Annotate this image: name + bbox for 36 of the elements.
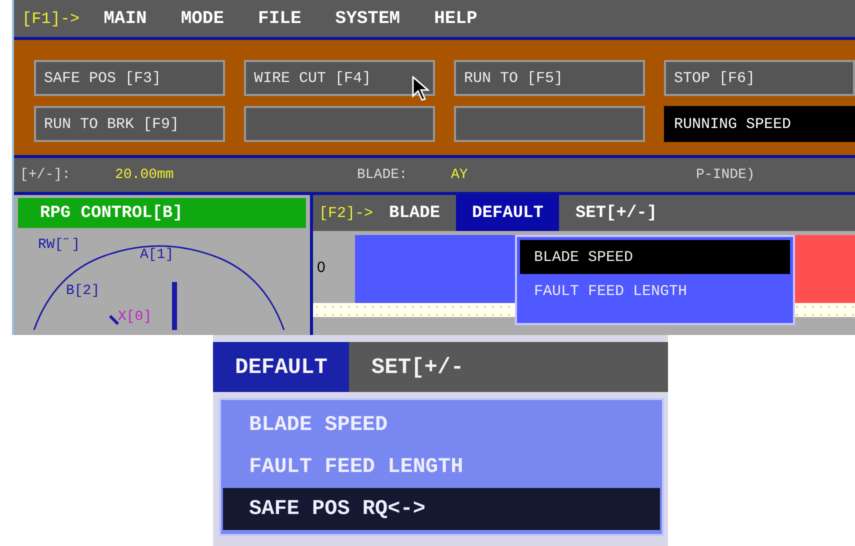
dial-label: B[2] xyxy=(66,284,100,298)
row-label: 0 xyxy=(316,258,326,278)
blade-value: AY xyxy=(451,167,469,183)
function-button[interactable]: STOP [F6] xyxy=(664,60,855,96)
dial-label: X[0] xyxy=(118,310,152,324)
function-button[interactable]: RUNNING SPEED xyxy=(664,106,855,142)
menu-item[interactable]: HELP xyxy=(434,8,478,28)
step-value: 20.00mm xyxy=(115,167,175,183)
function-button[interactable]: RUN TO BRK [F9] xyxy=(34,106,225,142)
blank-button[interactable] xyxy=(244,106,435,142)
blade-label: BLADE: xyxy=(357,167,408,183)
mouse-pointer-icon xyxy=(412,76,430,102)
display-cell xyxy=(795,235,855,303)
rpg-title: RPG CONTROL[B] xyxy=(18,198,306,228)
step-label: [+/-]: xyxy=(20,167,72,183)
menu-item[interactable]: MODE xyxy=(180,8,224,28)
status-text: P-INDE) xyxy=(696,167,755,183)
menu-item[interactable]: SYSTEM xyxy=(335,8,400,28)
dial-label: A[1] xyxy=(140,248,174,262)
function-button[interactable]: RUN TO [F5] xyxy=(454,60,645,96)
menu-item[interactable]: FILE xyxy=(258,8,302,28)
function-button[interactable]: SAFE POS [F3] xyxy=(34,60,225,96)
function-button[interactable]: WIRE CUT [F4] xyxy=(244,60,435,96)
tab[interactable]: BLADE xyxy=(373,195,456,231)
menu-prefix: [F1]-> xyxy=(22,10,80,28)
dial-label: RW[˝] xyxy=(38,238,80,252)
blank-button[interactable] xyxy=(454,106,645,142)
tab-prefix: [F2]-> xyxy=(318,204,374,224)
dropdown-item[interactable]: FAULT FEED LENGTH xyxy=(520,274,790,308)
tab[interactable]: DEFAULT xyxy=(456,195,560,231)
dropdown-item[interactable]: SAFE POS RQ<-> xyxy=(223,488,660,530)
tab[interactable]: SET[+/-] xyxy=(559,195,674,231)
tab[interactable]: DEFAULT xyxy=(213,342,350,392)
menu-item[interactable]: MAIN xyxy=(104,8,147,28)
tab[interactable]: SET[+/- xyxy=(349,342,486,392)
dropdown-item[interactable]: BLADE SPEED xyxy=(520,240,790,274)
